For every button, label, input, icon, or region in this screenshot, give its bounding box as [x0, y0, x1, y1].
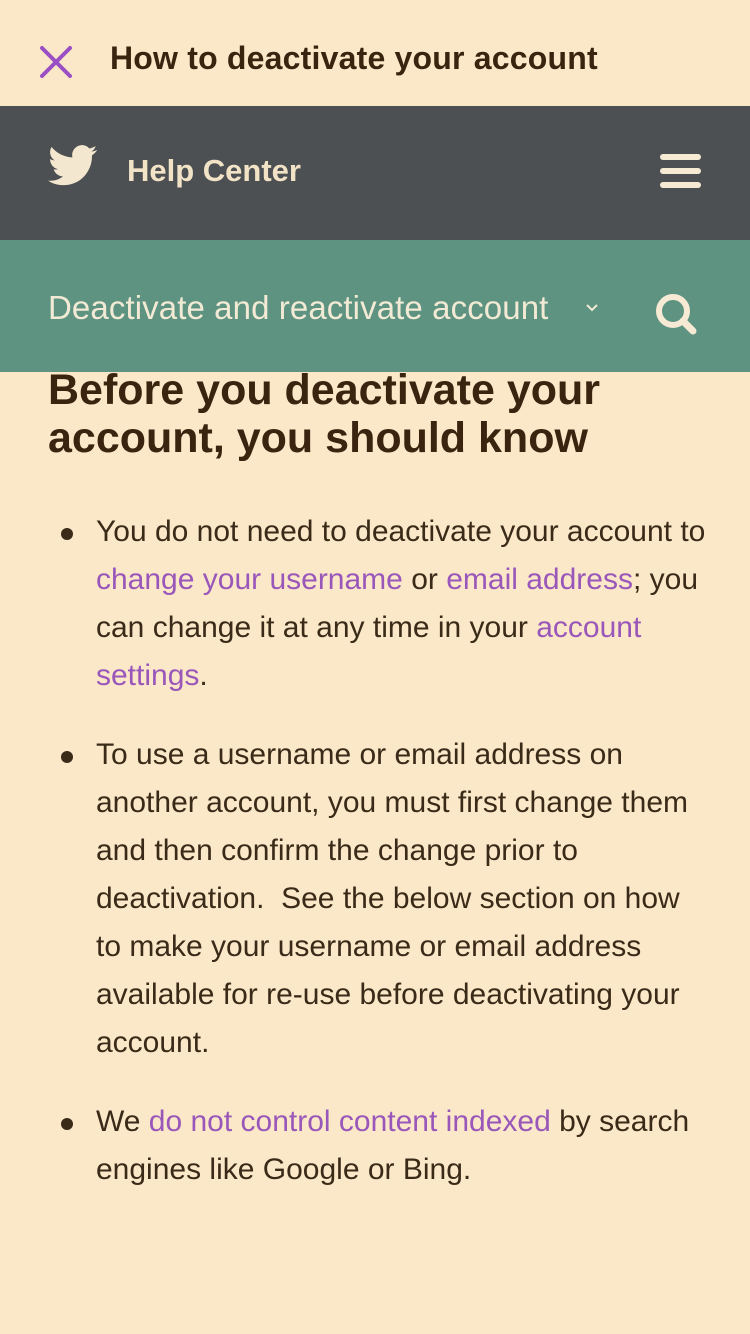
- hamburger-menu-icon: [660, 154, 701, 160]
- list-item: We do not control content indexed by sea…: [48, 1098, 708, 1194]
- search-icon: [656, 294, 697, 335]
- page-title: How to deactivate your account: [110, 40, 598, 76]
- topic-dropdown-label: Deactivate and reactivate account: [48, 289, 549, 326]
- hamburger-menu-button[interactable]: [660, 154, 704, 194]
- help-center-title[interactable]: Help Center: [127, 153, 301, 189]
- info-bullet-list: You do not need to deactivate your accou…: [48, 508, 708, 1225]
- list-item: To use a username or email address on an…: [48, 731, 708, 1067]
- close-button[interactable]: [34, 40, 78, 84]
- section-heading: Before you deactivate your account, you …: [48, 366, 601, 462]
- chevron-down-icon: [586, 304, 598, 312]
- bullet-icon: [61, 1118, 73, 1130]
- topic-dropdown[interactable]: Deactivate and reactivate account: [48, 286, 608, 330]
- twitter-bird-icon[interactable]: [48, 145, 98, 187]
- search-button[interactable]: [652, 290, 700, 338]
- top-bar: How to deactivate your account: [0, 0, 750, 106]
- list-item: You do not need to deactivate your accou…: [48, 508, 708, 700]
- change-username-link[interactable]: change your username: [96, 563, 403, 596]
- bullet-icon: [61, 751, 73, 763]
- bullet-icon: [61, 528, 73, 540]
- email-address-link[interactable]: email address: [446, 563, 633, 596]
- content-indexed-link[interactable]: do not control content indexed: [149, 1105, 551, 1138]
- help-center-navbar: [0, 106, 750, 240]
- close-x-icon: [40, 46, 72, 78]
